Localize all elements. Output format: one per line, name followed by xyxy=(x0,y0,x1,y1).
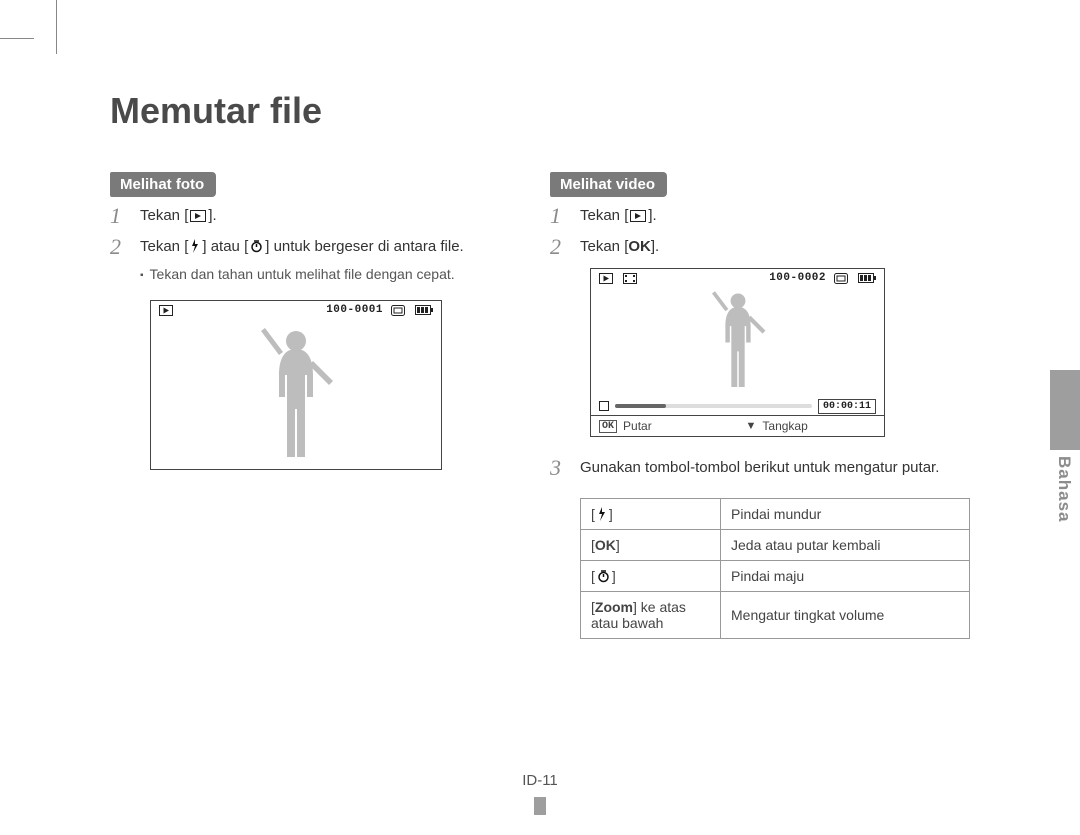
content-area: Memutar file Melihat foto 1 Tekan []. 2 xyxy=(110,90,970,795)
text: ]. xyxy=(651,238,659,255)
status-left xyxy=(597,273,639,284)
table-row: [Zoom] ke atas atau bawah Mengatur tingk… xyxy=(581,591,970,638)
caption-left: OK Putar xyxy=(591,416,738,436)
control-desc: Pindai maju xyxy=(721,560,970,591)
caption-right: ▼ Tangkap xyxy=(738,416,885,436)
status-right: 100-0001 xyxy=(326,304,435,316)
text: ]. xyxy=(648,207,656,224)
timer-icon xyxy=(250,240,263,253)
control-desc: Pindai mundur xyxy=(721,498,970,529)
ok-icon: OK xyxy=(599,420,617,433)
control-key: [] xyxy=(581,560,721,591)
video-step-3: 3 Gunakan tombol-tombol berikut untuk me… xyxy=(550,457,970,480)
step-number: 1 xyxy=(550,205,580,227)
battery-icon xyxy=(858,273,876,283)
text: ] atau [ xyxy=(202,238,248,255)
control-key: [OK] xyxy=(581,529,721,560)
person-silhouette-icon xyxy=(251,325,341,465)
step-number: 1 xyxy=(110,205,140,227)
video-preview-frame: 100-0002 xyxy=(590,268,885,437)
page-number: ID-11 xyxy=(522,772,558,789)
photo-preview-frame: 100-0001 xyxy=(150,300,442,470)
step-number: 2 xyxy=(110,236,140,258)
text: Putar xyxy=(623,419,652,433)
zoom-label: Zoom xyxy=(595,599,633,615)
control-key: [] xyxy=(581,498,721,529)
video-caption-bar: OK Putar ▼ Tangkap xyxy=(591,415,884,436)
photo-step-2: 2 Tekan [ ] atau [ ] untuk bergeser di ant… xyxy=(110,236,480,259)
manual-page: Memutar file Melihat foto 1 Tekan []. 2 xyxy=(0,0,1080,835)
control-desc: Jeda atau putar kembali xyxy=(721,529,970,560)
step-text: Gunakan tombol-tombol berikut untuk meng… xyxy=(580,457,939,480)
video-steps: 1 Tekan []. 2 Tekan [OK]. xyxy=(550,205,970,639)
video-time: 00:00:11 xyxy=(818,399,876,414)
photo-status-bar: 100-0001 xyxy=(151,301,441,319)
progress-track xyxy=(615,404,812,408)
video-step-2: 2 Tekan [OK]. xyxy=(550,236,970,259)
column-photo: Melihat foto 1 Tekan []. 2 Tekan [ ] atau… xyxy=(110,172,480,639)
video-area: 100-0002 xyxy=(591,269,884,415)
page-number-block xyxy=(534,797,546,815)
text: Tekan dan tahan untuk melihat file denga… xyxy=(150,266,455,282)
controls-table: [] Pindai mundur [OK] Jeda atau putar ke… xyxy=(580,498,970,639)
movie-icon xyxy=(623,273,637,284)
video-progress-bar: 00:00:11 xyxy=(591,397,884,415)
page-title: Memutar file xyxy=(110,90,970,132)
ok-label: OK xyxy=(595,537,616,553)
crop-marks xyxy=(0,0,1080,60)
photo-image-area xyxy=(151,319,441,469)
playback-icon xyxy=(630,210,646,222)
photo-bullet: Tekan dan tahan untuk melihat file denga… xyxy=(140,266,480,286)
ok-label: OK xyxy=(628,238,651,255)
table-row: [] Pindai maju xyxy=(581,560,970,591)
step-text: Tekan [OK]. xyxy=(580,236,659,259)
stop-icon xyxy=(599,401,609,411)
side-tab: Bahasa xyxy=(1050,370,1080,550)
video-image-area xyxy=(591,287,884,397)
text: ]. xyxy=(208,207,216,224)
section-title-video: Melihat video xyxy=(550,172,667,197)
video-counter: 100-0002 xyxy=(769,272,826,284)
control-desc: Mengatur tingkat volume xyxy=(721,591,970,638)
progress-fill xyxy=(615,404,666,408)
video-step-1: 1 Tekan []. xyxy=(550,205,970,228)
text: Tekan [ xyxy=(140,238,188,255)
photo-counter: 100-0001 xyxy=(326,304,383,316)
column-video: Melihat video 1 Tekan []. 2 Tekan [OK]. xyxy=(550,172,970,639)
table-row: [OK] Jeda atau putar kembali xyxy=(581,529,970,560)
timer-icon xyxy=(597,570,610,583)
flash-icon xyxy=(190,239,200,253)
step-text: Tekan []. xyxy=(140,205,217,228)
section-title-photo: Melihat foto xyxy=(110,172,216,197)
text: ] untuk bergeser di antara file. xyxy=(265,238,463,255)
memory-icon xyxy=(391,305,405,316)
photo-steps: 1 Tekan []. 2 Tekan [ ] atau [ ] untuk ber… xyxy=(110,205,480,470)
step-text: Tekan [ ] atau [ ] untuk bergeser di antar… xyxy=(140,236,464,259)
playback-icon xyxy=(190,210,206,222)
photo-step-1: 1 Tekan []. xyxy=(110,205,480,228)
text: Tekan [ xyxy=(140,207,188,224)
down-arrow-icon: ▼ xyxy=(746,420,757,432)
control-key: [Zoom] ke atas atau bawah xyxy=(581,591,721,638)
text: Tekan [ xyxy=(580,238,628,255)
step-number: 2 xyxy=(550,236,580,258)
flash-icon xyxy=(597,507,607,521)
side-tab-block xyxy=(1050,370,1080,450)
step-text: Tekan []. xyxy=(580,205,657,228)
table-row: [] Pindai mundur xyxy=(581,498,970,529)
status-right: 100-0002 xyxy=(769,272,878,284)
playback-icon xyxy=(159,305,173,316)
columns: Melihat foto 1 Tekan []. 2 Tekan [ ] atau… xyxy=(110,172,970,639)
video-status-bar: 100-0002 xyxy=(591,269,884,287)
text: Tangkap xyxy=(762,419,807,433)
step-number: 3 xyxy=(550,457,580,479)
battery-icon xyxy=(415,305,433,315)
playback-icon xyxy=(599,273,613,284)
memory-icon xyxy=(834,273,848,284)
text: Tekan [ xyxy=(580,207,628,224)
person-silhouette-icon xyxy=(702,289,774,393)
language-label: Bahasa xyxy=(1054,456,1074,522)
